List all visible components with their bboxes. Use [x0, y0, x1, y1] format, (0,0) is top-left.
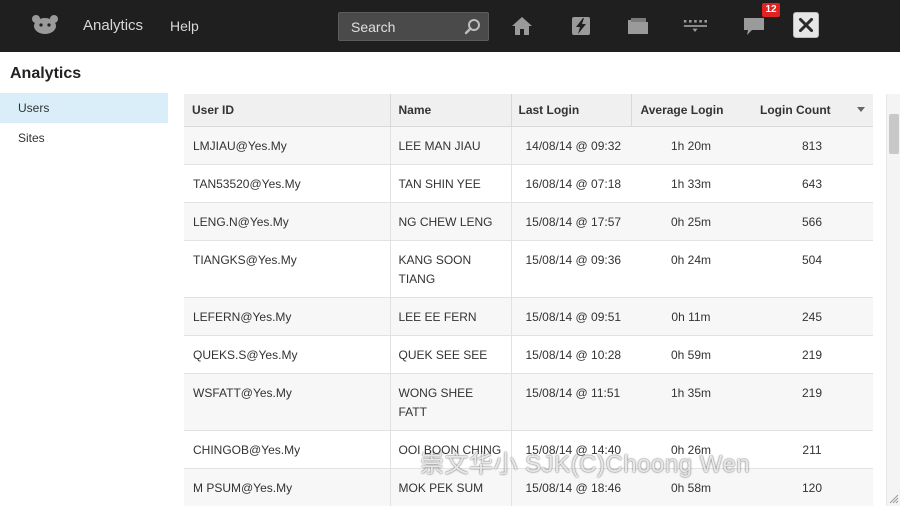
cell-name: KANG SOON TIANG — [389, 240, 512, 298]
cell-user-id: CHINGOB@Yes.My — [184, 430, 390, 469]
table-row[interactable]: LENG.N@Yes.My NG CHEW LENG 15/08/14 @ 17:5… — [184, 202, 873, 241]
sidebar-item-label: Users — [18, 101, 50, 115]
cell-last-login: 15/08/14 @ 09:36 — [511, 240, 631, 298]
cell-user-id: LMJIAU@Yes.My — [184, 126, 390, 165]
watermark: 崇文华小 SJK(C)Choong Wen — [420, 451, 751, 478]
cell-average-login: 0h 25m — [631, 202, 751, 241]
cell-name: TAN SHIN YEE — [389, 164, 512, 203]
cell-average-login: 1h 20m — [631, 126, 751, 165]
table-row[interactable]: WSFATT@Yes.My WONG SHEE FATT 15/08/14 @ 11… — [184, 373, 873, 431]
cell-last-login: 16/08/14 @ 07:18 — [511, 164, 631, 203]
grid-icon[interactable] — [683, 14, 707, 38]
cell-average-login: 1h 33m — [631, 164, 751, 203]
close-icon[interactable] — [793, 12, 819, 38]
column-header-user-id[interactable]: User ID — [184, 94, 391, 127]
cell-user-id: LENG.N@Yes.My — [184, 202, 390, 241]
table-row[interactable]: TAN53520@Yes.My TAN SHIN YEE 16/08/14 @ 07… — [184, 164, 873, 203]
cell-login-count: 504 — [751, 240, 873, 298]
cell-name: LEE EE FERN — [389, 297, 512, 336]
cell-name: QUEK SEE SEE — [389, 335, 512, 374]
scrollbar-thumb[interactable] — [889, 114, 899, 154]
cell-average-login: 1h 35m — [631, 373, 751, 431]
nav-help-link[interactable]: Help — [170, 18, 199, 34]
resize-grip-icon[interactable] — [887, 492, 899, 504]
sidebar-item-label: Sites — [18, 131, 45, 145]
top-navbar: Analytics Help 12 — [0, 0, 900, 52]
chat-icon[interactable] — [742, 14, 766, 38]
cell-average-login: 0h 59m — [631, 335, 751, 374]
cell-last-login: 15/08/14 @ 11:51 — [511, 373, 631, 431]
cell-login-count: 219 — [751, 335, 873, 374]
bolt-icon[interactable] — [569, 14, 593, 38]
cell-user-id: TIANGKS@Yes.My — [184, 240, 390, 298]
cell-average-login: 0h 24m — [631, 240, 751, 298]
cell-last-login: 14/08/14 @ 09:32 — [511, 126, 631, 165]
search-input[interactable] — [339, 13, 459, 40]
cell-last-login: 15/08/14 @ 09:51 — [511, 297, 631, 336]
search-box — [338, 12, 489, 41]
cell-user-id: WSFATT@Yes.My — [184, 373, 390, 431]
cell-login-count: 245 — [751, 297, 873, 336]
sort-desc-icon[interactable] — [857, 107, 865, 112]
cell-name: WONG SHEE FATT — [389, 373, 512, 431]
sidebar-item-users[interactable]: Users — [0, 93, 168, 123]
cell-name: NG CHEW LENG — [389, 202, 512, 241]
home-icon[interactable] — [510, 14, 534, 38]
column-header-name[interactable]: Name — [390, 94, 512, 127]
cell-name: LEE MAN JIAU — [389, 126, 512, 165]
cell-user-id: TAN53520@Yes.My — [184, 164, 390, 203]
table-row[interactable]: LMJIAU@Yes.My LEE MAN JIAU 14/08/14 @ 09:3… — [184, 126, 873, 165]
cell-login-count: 813 — [751, 126, 873, 165]
vertical-scrollbar[interactable] — [886, 94, 900, 506]
cell-login-count: 120 — [751, 468, 873, 506]
table-row[interactable]: LEFERN@Yes.My LEE EE FERN 15/08/14 @ 09:51… — [184, 297, 873, 336]
page-title: Analytics — [10, 65, 82, 82]
column-header-average-login[interactable]: Average Login — [631, 94, 751, 127]
cell-user-id: LEFERN@Yes.My — [184, 297, 390, 336]
cell-average-login: 0h 11m — [631, 297, 751, 336]
cell-login-count: 643 — [751, 164, 873, 203]
nav-analytics-link[interactable]: Analytics — [83, 17, 143, 34]
logo-icon[interactable] — [30, 13, 60, 37]
search-icon[interactable] — [464, 18, 482, 36]
column-header-last-login[interactable]: Last Login — [511, 94, 632, 127]
cell-last-login: 15/08/14 @ 10:28 — [511, 335, 631, 374]
sidebar-item-sites[interactable]: Sites — [0, 123, 168, 153]
table-row[interactable]: QUEKS.S@Yes.My QUEK SEE SEE 15/08/14 @ 10:… — [184, 335, 873, 374]
folder-icon[interactable] — [626, 14, 650, 38]
cell-user-id: M PSUM@Yes.My — [184, 468, 390, 506]
cell-login-count: 566 — [751, 202, 873, 241]
notification-badge: 12 — [762, 3, 780, 17]
cell-login-count: 219 — [751, 373, 873, 431]
table-row[interactable]: TIANGKS@Yes.My KANG SOON TIANG 15/08/14 @ … — [184, 240, 873, 298]
cell-last-login: 15/08/14 @ 17:57 — [511, 202, 631, 241]
table-header-row: User ID Name Last Login Average Login Lo… — [184, 94, 873, 127]
cell-login-count: 211 — [751, 430, 873, 469]
cell-user-id: QUEKS.S@Yes.My — [184, 335, 390, 374]
sidebar: Users Sites — [0, 93, 168, 153]
column-header-login-count[interactable]: Login Count — [751, 94, 873, 127]
